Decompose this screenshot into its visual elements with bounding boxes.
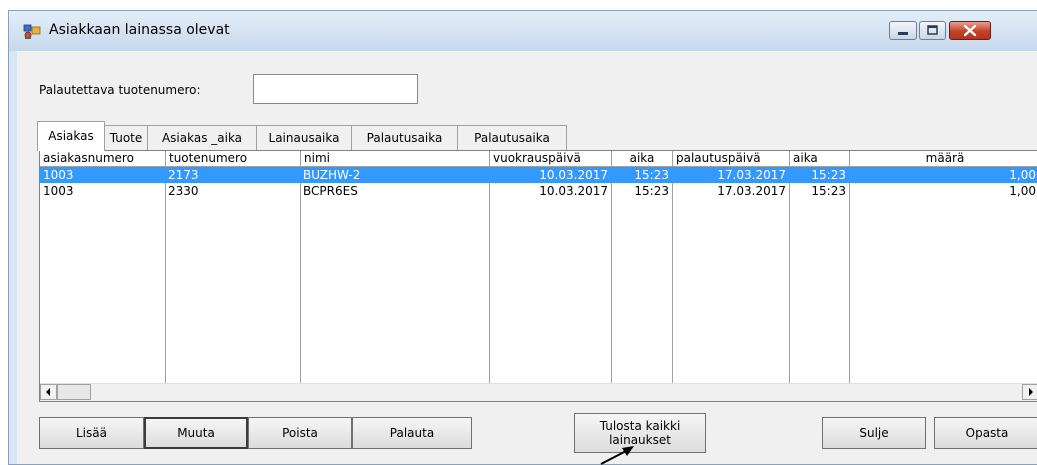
tab-tuote[interactable]: Tuote xyxy=(104,125,148,150)
cell-palautuspaiva: 17.03.2017 xyxy=(717,184,786,198)
people-icon xyxy=(23,24,41,39)
column-header-maara[interactable]: määrä xyxy=(850,151,1037,167)
product-number-input[interactable] xyxy=(253,74,418,104)
title-bar[interactable]: Asiakkaan lainassa olevat xyxy=(9,11,1037,51)
cell-tuotenumero: 2330 xyxy=(168,184,199,198)
column-divider xyxy=(672,167,673,384)
add-button-label: Lisää xyxy=(76,426,107,440)
column-header-asiakasnumero[interactable]: asiakasnumero xyxy=(40,151,166,167)
cell-nimi: BUZHW-2 xyxy=(303,168,361,182)
cell-aika-1: 15:23 xyxy=(634,184,669,198)
tab-asiakas[interactable]: Asiakas xyxy=(37,121,105,151)
minimize-icon xyxy=(898,32,908,35)
print-button-label-line1: Tulosta kaikki xyxy=(599,419,681,433)
table-row[interactable]: 1003 2330 BCPR6ES 10.03.2017 15:23 17.03… xyxy=(40,183,1037,199)
close-icon xyxy=(963,24,977,37)
cell-tuotenumero: 2173 xyxy=(168,168,199,182)
edit-button[interactable]: Muuta xyxy=(144,417,248,449)
delete-button-label: Poista xyxy=(282,426,318,440)
column-divider xyxy=(165,167,166,384)
delete-button[interactable]: Poista xyxy=(248,417,352,449)
grid-header: asiakasnumero tuotenumero nimi vuokrausp… xyxy=(40,151,1037,167)
scroll-right-button[interactable] xyxy=(1022,384,1037,400)
print-all-loans-button[interactable]: Tulosta kaikki lainaukset xyxy=(574,413,706,453)
column-header-aika-2[interactable]: aika xyxy=(790,151,850,167)
cell-vuokrauspaiva: 10.03.2017 xyxy=(539,168,608,182)
scroll-left-button[interactable] xyxy=(40,384,57,400)
tab-lainausaika[interactable]: Lainausaika xyxy=(256,125,352,150)
table-row[interactable]: 1003 2173 BUZHW-2 10.03.2017 15:23 17.03… xyxy=(40,167,1037,183)
return-button[interactable]: Palauta xyxy=(352,417,472,449)
close-dialog-button-label: Sulje xyxy=(859,426,889,440)
column-header-palautuspaiva[interactable]: palautuspäivä xyxy=(673,151,790,167)
cell-nimi: BCPR6ES xyxy=(303,184,358,198)
product-number-label: Palautettava tuotenumero: xyxy=(39,83,201,97)
arrow-left-icon xyxy=(46,388,50,396)
close-dialog-button[interactable]: Sulje xyxy=(822,417,926,449)
column-header-aika-1[interactable]: aika xyxy=(612,151,673,167)
column-header-nimi[interactable]: nimi xyxy=(301,151,490,167)
cell-aika-2: 15:23 xyxy=(811,184,846,198)
minimize-button[interactable] xyxy=(889,21,917,40)
horizontal-scrollbar[interactable] xyxy=(40,383,1037,401)
return-button-label: Palauta xyxy=(389,426,435,440)
annotation-arrow-icon xyxy=(600,446,634,465)
tab-palautusaika-1[interactable]: Palautusaika xyxy=(351,125,458,150)
maximize-icon xyxy=(927,25,938,35)
arrow-right-icon xyxy=(1029,388,1033,396)
column-divider xyxy=(489,167,490,384)
cell-asiakasnumero: 1003 xyxy=(43,184,74,198)
close-button[interactable] xyxy=(949,21,991,40)
cell-aika-2: 15:23 xyxy=(811,168,846,182)
window-title: Asiakkaan lainassa olevat xyxy=(49,22,230,38)
loans-grid[interactable]: asiakasnumero tuotenumero nimi vuokrausp… xyxy=(39,150,1037,402)
column-header-vuokrauspaiva[interactable]: vuokrauspäivä xyxy=(490,151,612,167)
edit-button-label: Muuta xyxy=(177,426,215,440)
cell-maara: 1,00 xyxy=(1009,168,1036,182)
cell-maara: 1,00 xyxy=(1009,184,1036,198)
column-divider xyxy=(849,167,850,384)
column-divider xyxy=(611,167,612,384)
client-area: Palautettava tuotenumero: Asiakas Tuote … xyxy=(17,51,1037,464)
help-button-label: Opasta xyxy=(965,426,1009,440)
maximize-button[interactable] xyxy=(919,21,946,40)
column-divider xyxy=(300,167,301,384)
scrollbar-thumb[interactable] xyxy=(57,384,91,400)
cell-asiakasnumero: 1003 xyxy=(43,168,74,182)
cell-aika-1: 15:23 xyxy=(634,168,669,182)
tab-palautusaika-2[interactable]: Palautusaika xyxy=(457,125,567,150)
add-button[interactable]: Lisää xyxy=(39,417,144,449)
app-window: Asiakkaan lainassa olevat Palautettava t… xyxy=(8,10,1037,465)
cell-palautuspaiva: 17.03.2017 xyxy=(717,168,786,182)
column-divider xyxy=(789,167,790,384)
cell-vuokrauspaiva: 10.03.2017 xyxy=(539,184,608,198)
help-button[interactable]: Opasta xyxy=(934,417,1037,449)
column-header-tuotenumero[interactable]: tuotenumero xyxy=(166,151,301,167)
tab-asiakas-aika[interactable]: Asiakas _aika xyxy=(147,125,257,150)
